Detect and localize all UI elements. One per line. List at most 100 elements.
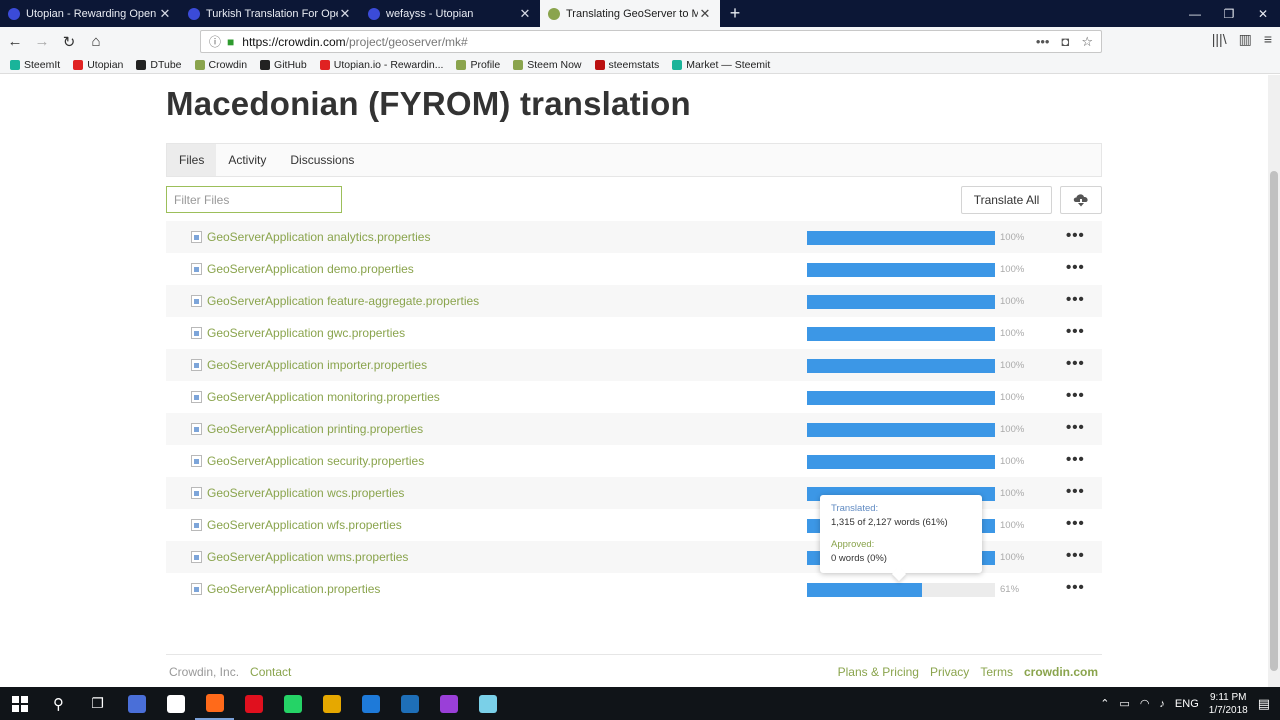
url-bar[interactable]: ⓘ ■ https://crowdin.com/project/geoserve… xyxy=(200,30,1102,53)
more-options-icon[interactable]: ••• xyxy=(1066,579,1085,596)
more-options-icon[interactable]: ••• xyxy=(1066,291,1085,308)
close-tab-icon[interactable]: ✕ xyxy=(698,6,712,22)
progress-bar[interactable] xyxy=(807,295,995,309)
notifications-icon[interactable]: ▤ xyxy=(1258,696,1270,712)
search-button[interactable]: ⚲ xyxy=(39,687,78,720)
footer-plans-link[interactable]: Plans & Pricing xyxy=(838,665,919,679)
progress-bar[interactable] xyxy=(807,455,995,469)
download-button[interactable] xyxy=(1060,186,1102,214)
scrollbar-thumb[interactable] xyxy=(1270,171,1278,671)
progress-bar[interactable] xyxy=(807,359,995,373)
progress-bar[interactable] xyxy=(807,391,995,405)
close-tab-icon[interactable]: ✕ xyxy=(158,6,172,22)
taskbar-app-button[interactable] xyxy=(117,687,156,720)
taskbar-app-button[interactable] xyxy=(273,687,312,720)
progress-bar[interactable] xyxy=(807,327,995,341)
more-options-icon[interactable]: ••• xyxy=(1066,355,1085,372)
browser-tab-utopian[interactable]: Utopian - Rewarding Open Sou ✕ xyxy=(0,0,180,27)
tray-chevron-icon[interactable]: ⌃ xyxy=(1100,697,1109,710)
sidebar-icon[interactable]: ▥ xyxy=(1239,31,1252,48)
file-name-link[interactable]: GeoServerApplication monitoring.properti… xyxy=(207,390,440,404)
filter-files-input[interactable] xyxy=(166,186,342,213)
more-options-icon[interactable]: ••• xyxy=(1066,323,1085,340)
progress-bar[interactable] xyxy=(807,263,995,277)
more-options-icon[interactable]: ••• xyxy=(1066,547,1085,564)
file-name-link[interactable]: GeoServerApplication printing.properties xyxy=(207,422,423,436)
forward-arrow-icon[interactable]: → xyxy=(30,30,54,54)
bookmark-item[interactable]: Profile xyxy=(456,59,500,71)
bookmark-item[interactable]: Utopian xyxy=(73,59,123,71)
more-options-icon[interactable]: ••• xyxy=(1066,483,1085,500)
menu-icon[interactable]: ≡ xyxy=(1264,31,1272,48)
library-icon[interactable]: |||\ xyxy=(1212,31,1227,48)
bookmark-item[interactable]: Market — Steemit xyxy=(672,59,770,71)
page-scrollbar[interactable] xyxy=(1268,75,1280,687)
browser-tab-turkish-translation[interactable]: Turkish Translation For OpenCar ✕ xyxy=(180,0,360,27)
file-name-link[interactable]: GeoServerApplication analytics.propertie… xyxy=(207,230,430,244)
taskbar-app-button[interactable] xyxy=(351,687,390,720)
more-options-icon[interactable]: ••• xyxy=(1066,419,1085,436)
taskbar-app-button[interactable] xyxy=(429,687,468,720)
info-icon[interactable]: ⓘ xyxy=(209,33,221,50)
close-tab-icon[interactable]: ✕ xyxy=(518,6,532,22)
back-arrow-icon[interactable]: ← xyxy=(3,30,27,54)
close-tab-icon[interactable]: ✕ xyxy=(338,6,352,22)
language-indicator[interactable]: ENG xyxy=(1175,698,1199,710)
file-name-link[interactable]: GeoServerApplication importer.properties xyxy=(207,358,427,372)
bookmark-item[interactable]: SteemIt xyxy=(10,59,60,71)
bookmark-item[interactable]: GitHub xyxy=(260,59,307,71)
progress-bar[interactable] xyxy=(807,423,995,437)
wifi-icon[interactable]: ◠ xyxy=(1140,697,1150,710)
bookmark-item[interactable]: DTube xyxy=(136,59,182,71)
file-name-link[interactable]: GeoServerApplication demo.properties xyxy=(207,262,414,276)
taskbar-app-button[interactable] xyxy=(390,687,429,720)
more-options-icon[interactable]: ••• xyxy=(1066,227,1085,244)
footer-brand-link[interactable]: crowdin.com xyxy=(1024,665,1098,679)
tab-discussions[interactable]: Discussions xyxy=(278,144,366,176)
page-actions-icon[interactable]: ••• xyxy=(1036,34,1050,50)
more-options-icon[interactable]: ••• xyxy=(1066,387,1085,404)
translate-all-button[interactable]: Translate All xyxy=(961,186,1052,214)
file-name-link[interactable]: GeoServerApplication.properties xyxy=(207,582,380,596)
pocket-icon[interactable]: ◘ xyxy=(1061,34,1069,50)
file-name-link[interactable]: GeoServerApplication wcs.properties xyxy=(207,486,404,500)
minimize-icon[interactable]: — xyxy=(1178,0,1212,27)
bookmark-star-icon[interactable]: ☆ xyxy=(1081,34,1093,50)
bookmark-item[interactable]: Steem Now xyxy=(513,59,582,71)
file-name-link[interactable]: GeoServerApplication wms.properties xyxy=(207,550,408,564)
file-name-link[interactable]: GeoServerApplication security.properties xyxy=(207,454,424,468)
tab-files[interactable]: Files xyxy=(167,144,217,176)
battery-icon[interactable]: ▭ xyxy=(1119,697,1129,710)
browser-tab-crowdin[interactable]: Translating GeoServer to Macedo ✕ xyxy=(540,0,720,27)
progress-bar[interactable] xyxy=(807,231,995,245)
more-options-icon[interactable]: ••• xyxy=(1066,451,1085,468)
tab-activity[interactable]: Activity xyxy=(216,144,278,176)
bookmark-item[interactable]: Crowdin xyxy=(194,59,247,71)
reload-icon[interactable]: ↻ xyxy=(57,30,81,54)
home-icon[interactable]: ⌂ xyxy=(84,30,108,54)
more-options-icon[interactable]: ••• xyxy=(1066,515,1085,532)
browser-tab-wefayss[interactable]: wefayss - Utopian ✕ xyxy=(360,0,540,27)
taskbar-app-button[interactable] xyxy=(195,687,234,720)
more-options-icon[interactable]: ••• xyxy=(1066,259,1085,276)
taskbar-app-button[interactable] xyxy=(234,687,273,720)
taskbar-app-button[interactable] xyxy=(468,687,507,720)
file-name-link[interactable]: GeoServerApplication feature-aggregate.p… xyxy=(207,294,479,308)
taskbar-app-button[interactable] xyxy=(312,687,351,720)
maximize-icon[interactable]: ❐ xyxy=(1212,0,1246,27)
footer-privacy-link[interactable]: Privacy xyxy=(930,665,969,679)
bookmark-item[interactable]: Utopian.io - Rewardin... xyxy=(319,59,443,71)
new-tab-button[interactable]: + xyxy=(720,0,750,27)
taskbar-app-button[interactable] xyxy=(156,687,195,720)
file-name-link[interactable]: GeoServerApplication gwc.properties xyxy=(207,326,405,340)
progress-bar[interactable] xyxy=(807,583,995,597)
close-window-icon[interactable]: ✕ xyxy=(1246,0,1280,27)
volume-icon[interactable]: ♪ xyxy=(1159,698,1165,710)
footer-terms-link[interactable]: Terms xyxy=(980,665,1013,679)
start-button[interactable] xyxy=(0,687,39,720)
clock[interactable]: 9:11 PM 1/7/2018 xyxy=(1209,691,1248,717)
footer-contact-link[interactable]: Contact xyxy=(250,665,291,679)
bookmark-item[interactable]: steemstats xyxy=(594,59,659,71)
file-name-link[interactable]: GeoServerApplication wfs.properties xyxy=(207,518,402,532)
task-view-button[interactable]: ❐ xyxy=(78,687,117,720)
